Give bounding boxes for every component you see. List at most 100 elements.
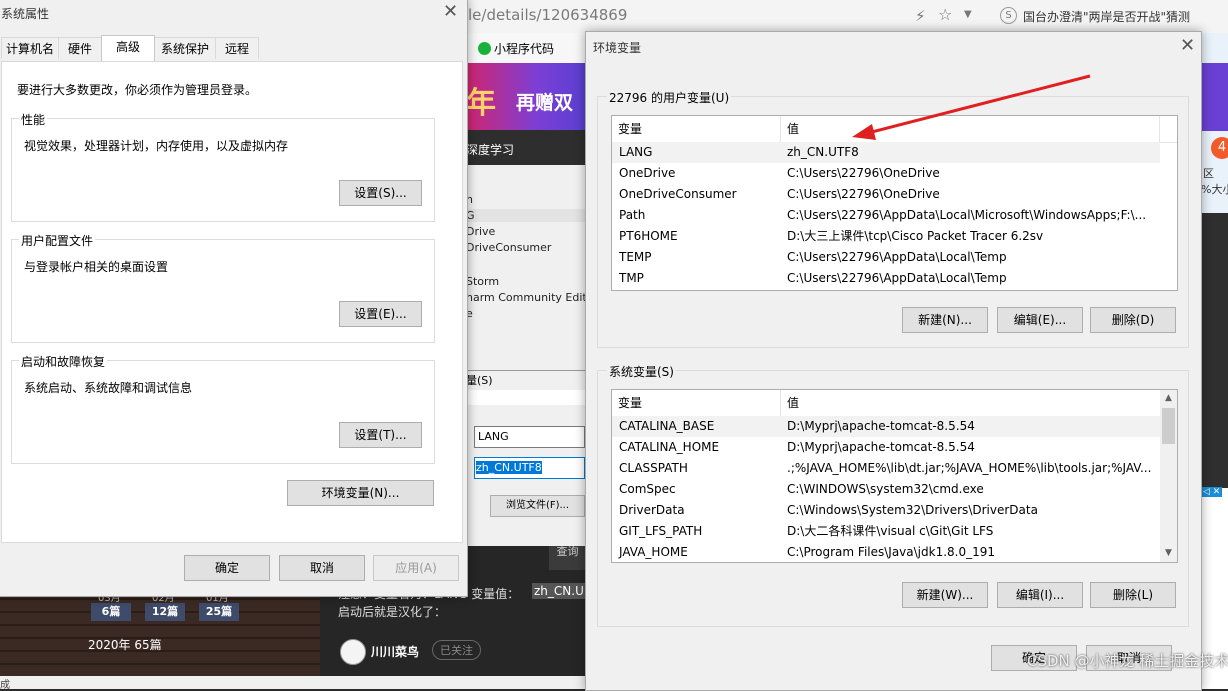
close-icon[interactable]: ✕ xyxy=(1180,37,1195,55)
edit-dialog-label: 量(S) xyxy=(466,374,493,387)
article-note-line2: 启动后就是汉化了： xyxy=(338,605,447,619)
environment-variables-dialog: 环境变量 ✕ 22796 的用户变量(U) 变量 值 LANG zh_CN.UTF… xyxy=(585,31,1202,691)
performance-legend: 性能 xyxy=(19,111,48,128)
tab-hardware[interactable]: 硬件 xyxy=(58,37,102,59)
advanced-tab-panel: 要进行大多数更改，你必须作为管理员登录。 性能 视觉效果，处理器计划，内存使用，… xyxy=(1,61,463,543)
user-delete-button[interactable]: 删除(D) xyxy=(1090,307,1176,333)
table-row[interactable]: CATALINA_HOME D:\Myprj\apache-tomcat-8.5.… xyxy=(612,437,1177,458)
scrollbar[interactable]: ▲ ▼ xyxy=(1160,390,1177,562)
column-separator[interactable] xyxy=(1159,116,1160,142)
wechat-icon xyxy=(478,42,491,55)
avatar[interactable] xyxy=(340,639,366,665)
column-header-name[interactable]: 变量 xyxy=(612,116,780,142)
table-row[interactable]: CATALINA_BASE D:\Myprj\apache-tomcat-8.5.… xyxy=(612,416,1160,437)
bg-list-item: DriveConsumer xyxy=(466,241,552,254)
performance-desc: 视觉效果，处理器计划，内存使用，以及虚拟内存 xyxy=(24,139,289,153)
variable-name: DriverData xyxy=(619,503,685,517)
table-row[interactable]: PT6HOME D:\大三上课件\tcp\Cisco Packet Tracer … xyxy=(612,226,1177,247)
chevron-down-icon[interactable]: ▼ xyxy=(964,9,972,20)
variable-value: D:\大二各科课件\visual c\Git\Git LFS xyxy=(787,524,994,538)
variable-value: D:\Myprj\apache-tomcat-8.5.54 xyxy=(787,419,975,433)
system-variables-list[interactable]: 变量 值 CATALINA_BASE D:\Myprj\apache-tomcat… xyxy=(611,389,1178,563)
variable-value-text: zh_CN.UTF8 xyxy=(476,461,542,474)
startup-recovery-settings-button[interactable]: 设置(T)... xyxy=(339,422,422,448)
tab-remote[interactable]: 远程 xyxy=(215,37,259,59)
variable-name: Path xyxy=(619,208,646,222)
tab-system-protection[interactable]: 系统保护 xyxy=(154,37,216,59)
table-row[interactable]: ComSpec C:\WINDOWS\system32\cmd.exe xyxy=(612,479,1177,500)
address-bar-url[interactable]: le/details/120634869 xyxy=(468,6,627,24)
system-delete-button[interactable]: 删除(L) xyxy=(1090,582,1176,608)
system-new-button[interactable]: 新建(W)... xyxy=(902,582,988,608)
table-row[interactable]: TEMP C:\Users\22796\AppData\Local\Temp xyxy=(612,247,1177,268)
scroll-up-icon[interactable]: ▲ xyxy=(1160,390,1177,407)
variable-value: C:\Users\22796\AppData\Local\Temp xyxy=(787,250,1007,264)
status-bar: 成 xyxy=(0,676,586,691)
cancel-button[interactable]: 取消 xyxy=(279,555,365,581)
notification-badge[interactable]: 4 xyxy=(1211,137,1228,159)
startup-recovery-group: 启动和故障恢复 系统启动、系统故障和调试信息 设置(T)... xyxy=(11,353,435,464)
dialog-title: 系统属性 xyxy=(1,7,50,21)
column-header-value[interactable]: 值 xyxy=(781,390,1159,416)
banner-big-text: 年 xyxy=(466,86,496,121)
list-header: 变量 值 xyxy=(612,116,1177,143)
variable-name: TMP xyxy=(619,271,644,285)
table-row[interactable]: DriverData C:\Windows\System32\Drivers\Dr… xyxy=(612,500,1177,521)
column-header-name[interactable]: 变量 xyxy=(612,390,780,416)
user-variables-list[interactable]: 变量 值 LANG zh_CN.UTF8 OneDrive C:\Users\227… xyxy=(611,115,1178,291)
variable-value-field[interactable]: zh_CN.UTF8 xyxy=(474,457,585,479)
environment-variables-button[interactable]: 环境变量(N)... xyxy=(287,480,434,506)
variable-value: zh_CN.UTF8 xyxy=(787,145,859,159)
stat-count[interactable]: 6篇 xyxy=(91,603,131,621)
variable-name: JAVA_HOME xyxy=(619,545,688,559)
user-edit-button[interactable]: 编辑(E)... xyxy=(997,307,1083,333)
table-row[interactable]: GIT_LFS_PATH D:\大二各科课件\visual c\Git\Git L… xyxy=(612,521,1177,542)
variable-value: D:\大三上课件\tcp\Cisco Packet Tracer 6.2sv xyxy=(787,229,1044,243)
system-properties-dialog: 系统属性 ✕ 计算机名 硬件 高级 系统保护 远程 要进行大多数更改，你必须作为… xyxy=(0,0,468,597)
table-row[interactable]: Path C:\Users\22796\AppData\Local\Microso… xyxy=(612,205,1177,226)
variable-value: C:\Users\22796\OneDrive xyxy=(787,187,940,201)
table-row[interactable]: OneDriveConsumer C:\Users\22796\OneDrive xyxy=(612,184,1177,205)
user-new-button[interactable]: 新建(N)... xyxy=(902,307,988,333)
table-row[interactable]: TMP C:\Users\22796\AppData\Local\Temp xyxy=(612,268,1177,289)
scroll-thumb[interactable] xyxy=(1162,408,1175,444)
performance-settings-button[interactable]: 设置(S)... xyxy=(339,180,422,206)
column-header-value[interactable]: 值 xyxy=(781,116,1159,142)
table-row[interactable]: OneDrive C:\Users\22796\OneDrive xyxy=(612,163,1177,184)
edit-dialog-header xyxy=(466,390,585,405)
table-row[interactable]: LANG zh_CN.UTF8 xyxy=(612,142,1160,163)
follow-button[interactable]: 已关注 xyxy=(432,640,481,660)
ok-button[interactable]: 确定 xyxy=(184,555,270,581)
tab-computer-name[interactable]: 计算机名 xyxy=(1,37,59,59)
variable-value: C:\Users\22796\AppData\Local\Temp xyxy=(787,271,1007,285)
scroll-down-icon[interactable]: ▼ xyxy=(1160,545,1177,562)
stat-count[interactable]: 25篇 xyxy=(199,603,239,621)
variable-value: C:\Program Files\Java\jdk1.8.0_191 xyxy=(787,545,996,559)
user-profiles-settings-button[interactable]: 设置(E)... xyxy=(339,301,422,327)
news-ticker[interactable]: 国台办澄清"两岸是否开战"猜测 xyxy=(1023,8,1228,25)
browse-file-button[interactable]: 浏览文件(F)... xyxy=(490,495,585,517)
year-summary[interactable]: 2020年 65篇 xyxy=(88,636,162,653)
table-row[interactable]: CLASSPATH .;%JAVA_HOME%\lib\dt.jar;%JAVA_… xyxy=(612,458,1177,479)
close-icon[interactable]: ✕ xyxy=(443,3,458,21)
ad-close-icon[interactable]: ◁ ✕ xyxy=(1201,487,1223,497)
table-row[interactable]: JAVA_HOME C:\Program Files\Java\jdk1.8.0_… xyxy=(612,542,1177,562)
system-edit-button[interactable]: 编辑(I)... xyxy=(997,582,1083,608)
author-name[interactable]: 川川菜鸟 xyxy=(371,643,419,660)
apply-button[interactable]: 应用(A) xyxy=(373,555,459,581)
bg-list-item: Storm xyxy=(466,275,500,288)
tab-advanced[interactable]: 高级 xyxy=(101,35,155,61)
user-profiles-group: 用户配置文件 与登录帐户相关的桌面设置 设置(E)... xyxy=(11,232,435,343)
user-variables-title: 22796 的用户变量(U) xyxy=(607,89,732,106)
stat-count[interactable]: 12篇 xyxy=(145,603,185,621)
lightning-icon[interactable]: ⚡ xyxy=(915,7,926,25)
nav-strip-label[interactable]: 深度学习 xyxy=(466,141,514,158)
bookmark-item[interactable]: 小程序代码 xyxy=(478,40,554,57)
variable-value: C:\WINDOWS\system32\cmd.exe xyxy=(787,482,984,496)
bg-list-item: harm Community Edition xyxy=(466,291,586,304)
dialog-title: 环境变量 xyxy=(593,41,642,55)
variable-name-field[interactable]: LANG xyxy=(474,426,585,448)
sogou-icon: S xyxy=(1000,7,1017,24)
star-icon[interactable]: ☆ xyxy=(938,5,952,24)
variable-value: C:\Users\22796\OneDrive xyxy=(787,166,940,180)
